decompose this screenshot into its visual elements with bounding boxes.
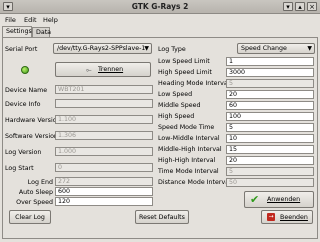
maximize-button[interactable]: ▴ — [295, 2, 305, 11]
distance-mode-interval-field[interactable]: 50 — [226, 178, 314, 187]
chevron-down-icon: ▼ — [144, 45, 149, 52]
window-title: GTK G-Rays 2 — [131, 2, 189, 11]
middle-high-interval-label: Middle-High Interval — [158, 146, 222, 153]
middle-high-interval-field[interactable]: 15 — [226, 145, 314, 154]
speed-mode-time-field[interactable]: 5 — [226, 123, 314, 132]
middle-speed-field[interactable]: 60 — [226, 101, 314, 110]
reset-defaults-label: Reset Defaults — [139, 214, 185, 221]
low-speed-limit-label: Low Speed Limit — [158, 58, 210, 65]
middle-speed-label: Middle Speed — [158, 102, 201, 109]
menu-bar: File Edit Help — [0, 14, 320, 26]
quit-icon: → — [267, 213, 275, 221]
log-end-field[interactable]: 272 — [55, 177, 153, 186]
heading-mode-interval-field[interactable]: 5 — [226, 79, 314, 88]
distance-mode-interval-label: Distance Mode Interval — [158, 179, 231, 186]
over-speed-field[interactable]: 120 — [55, 197, 153, 206]
low-middle-interval-label: Low-Middle Interval — [158, 135, 220, 142]
chevron-down-icon: ▼ — [307, 45, 312, 52]
disconnect-plug-icon: ⟜ — [86, 66, 92, 74]
title-bar: ▾ GTK G-Rays 2 ▾ ▴ × — [0, 0, 320, 14]
quit-button[interactable]: → Beenden — [261, 210, 313, 224]
high-speed-field[interactable]: 100 — [226, 112, 314, 121]
log-start-field[interactable]: 0 — [55, 163, 153, 172]
close-icon: × — [309, 3, 315, 11]
clear-log-button[interactable]: Clear Log — [9, 210, 51, 224]
low-speed-label: Low Speed — [158, 91, 193, 98]
high-high-interval-label: High-High Interval — [158, 157, 216, 164]
time-mode-interval-label: Time Mode Interval — [158, 168, 219, 175]
device-info-label: Device Info — [5, 101, 41, 108]
high-speed-label: High Speed — [158, 113, 195, 120]
device-info-field[interactable] — [55, 99, 153, 108]
log-end-label: Log End — [27, 179, 53, 186]
time-mode-interval-field[interactable]: 5 — [226, 167, 314, 176]
low-speed-limit-field[interactable]: 1 — [226, 57, 314, 66]
high-speed-limit-label: High Speed Limit — [158, 69, 212, 76]
log-type-select[interactable]: Speed Change ▼ — [237, 43, 315, 54]
quit-label: Beenden — [280, 214, 308, 221]
connection-status-led-icon — [21, 66, 29, 74]
low-middle-interval-field[interactable]: 10 — [226, 134, 314, 143]
auto-sleep-field[interactable]: 600 — [55, 187, 153, 196]
hardware-version-field[interactable]: 1.100 — [55, 115, 153, 124]
log-version-field[interactable]: 1.000 — [55, 147, 153, 156]
maximize-icon: ▴ — [298, 3, 302, 11]
menu-file[interactable]: File — [5, 16, 16, 24]
over-speed-label: Over Speed — [16, 199, 53, 206]
apply-label: Anwenden — [267, 196, 301, 203]
trennen-button[interactable]: ⟜ Trennen — [55, 62, 151, 77]
apply-button[interactable]: ✔ Anwenden — [244, 191, 314, 208]
serial-port-select[interactable]: /dev/tty.G-Rays2-SPPslave-1 ▼ — [53, 43, 152, 54]
speed-mode-time-label: Speed Mode Time — [158, 124, 215, 131]
close-button[interactable]: × — [307, 2, 317, 11]
high-high-interval-field[interactable]: 20 — [226, 156, 314, 165]
menu-edit[interactable]: Edit — [24, 16, 37, 24]
log-type-label: Log Type — [158, 46, 186, 53]
minimize-button[interactable]: ▾ — [283, 2, 293, 11]
auto-sleep-label: Auto Sleep — [18, 189, 53, 196]
low-speed-field[interactable]: 20 — [226, 90, 314, 99]
serial-port-value: /dev/tty.G-Rays2-SPPslave-1 — [57, 45, 146, 52]
device-name-field[interactable]: WBT201 — [55, 85, 153, 94]
minimize-icon: ▾ — [286, 3, 290, 11]
clear-log-label: Clear Log — [15, 214, 45, 221]
trennen-label: Trennen — [98, 66, 124, 73]
high-speed-limit-field[interactable]: 3000 — [226, 68, 314, 77]
software-version-label: Software Version — [5, 133, 58, 140]
reset-defaults-button[interactable]: Reset Defaults — [135, 210, 189, 224]
software-version-field[interactable]: 1.306 — [55, 131, 153, 140]
hardware-version-label: Hardware Version — [5, 117, 61, 124]
serial-port-label: Serial Port — [5, 46, 38, 53]
heading-mode-interval-label: Heading Mode Interval — [158, 80, 230, 87]
device-name-label: Device Name — [5, 87, 48, 94]
log-version-label: Log Version — [5, 149, 42, 156]
checkmark-icon: ✔ — [250, 193, 260, 206]
log-type-value: Speed Change — [241, 45, 287, 52]
menu-help[interactable]: Help — [43, 16, 58, 24]
settings-panel: Serial Port /dev/tty.G-Rays2-SPPslave-1 … — [2, 37, 318, 239]
log-start-label: Log Start — [5, 165, 34, 172]
